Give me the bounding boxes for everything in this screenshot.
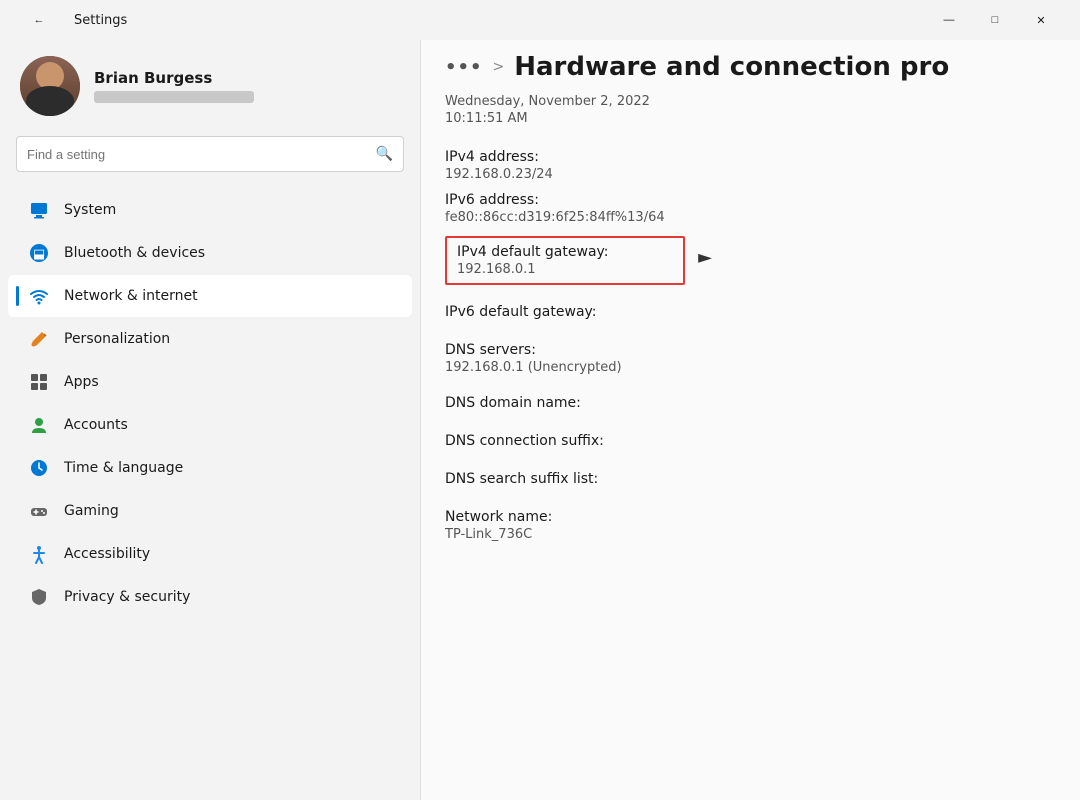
content-header: ••• > Hardware and connection pro <box>421 40 1080 94</box>
ipv4-address-value: 192.168.0.23/24 <box>445 167 1056 182</box>
dns-domain-label: DNS domain name: <box>445 395 1056 411</box>
bluetooth-icon: ⬓ <box>28 242 50 264</box>
sidebar-item-privacy[interactable]: Privacy & security <box>8 576 412 618</box>
sidebar-item-accessibility[interactable]: Accessibility <box>8 533 412 575</box>
user-email-bar <box>94 91 254 103</box>
cursor-indicator: ► <box>698 247 712 268</box>
dns-suffix-label: DNS connection suffix: <box>445 433 1056 449</box>
ipv6-gateway-label: IPv6 default gateway: <box>445 304 1056 320</box>
sidebar-item-network-label: Network & internet <box>64 288 198 304</box>
dns-search-row: DNS search suffix list: <box>445 466 1056 494</box>
user-name: Brian Burgess <box>94 69 254 87</box>
titlebar-controls: — □ ✕ <box>926 4 1064 36</box>
user-info: Brian Burgess <box>94 69 254 103</box>
dns-domain-row: DNS domain name: <box>445 390 1056 418</box>
titlebar: ← Settings — □ ✕ <box>0 0 1080 40</box>
wifi-icon <box>28 285 50 307</box>
sidebar-item-personalization[interactable]: Personalization <box>8 318 412 360</box>
sidebar-item-accounts[interactable]: Accounts <box>8 404 412 446</box>
datetime-section: Wednesday, November 2, 2022 10:11:51 AM <box>445 94 1056 126</box>
ipv4-address-label: IPv4 address: <box>445 149 1056 165</box>
sidebar-item-accounts-label: Accounts <box>64 417 128 433</box>
avatar-image <box>20 56 80 116</box>
minimize-button[interactable]: — <box>926 4 972 36</box>
clock-icon <box>28 457 50 479</box>
ipv6-address-label: IPv6 address: <box>445 192 1056 208</box>
sidebar: Brian Burgess 🔍 System <box>0 40 420 800</box>
breadcrumb-arrow: > <box>493 59 505 75</box>
network-name-label: Network name: <box>445 509 1056 525</box>
close-button[interactable]: ✕ <box>1018 4 1064 36</box>
ipv4-address-row: IPv4 address: 192.168.0.23/24 <box>445 144 1056 187</box>
person-icon <box>28 414 50 436</box>
ipv6-address-value: fe80::86cc:d319:6f25:84ff%13/64 <box>445 210 1056 225</box>
ipv4-gateway-highlight: IPv4 default gateway: 192.168.0.1 <box>445 236 685 285</box>
gamepad-icon <box>28 500 50 522</box>
sidebar-item-network[interactable]: Network & internet <box>8 275 412 317</box>
back-button[interactable]: ← <box>16 4 62 36</box>
search-icon: 🔍 <box>376 146 393 162</box>
nav-section: System ⬓ Bluetooth & devices <box>0 188 420 784</box>
ipv4-gateway-label: IPv4 default gateway: <box>457 244 673 260</box>
sidebar-item-privacy-label: Privacy & security <box>64 589 190 605</box>
apps-icon <box>28 371 50 393</box>
search-container: 🔍 <box>0 136 420 188</box>
titlebar-left: ← Settings <box>16 4 127 36</box>
sidebar-item-accessibility-label: Accessibility <box>64 546 150 562</box>
main-layout: Brian Burgess 🔍 System <box>0 40 1080 800</box>
dns-servers-value: 192.168.0.1 (Unencrypted) <box>445 360 1056 375</box>
dns-servers-row: DNS servers: 192.168.0.1 (Unencrypted) <box>445 337 1056 380</box>
content-scroll: Wednesday, November 2, 2022 10:11:51 AM … <box>421 94 1080 800</box>
ipv6-gateway-row: IPv6 default gateway: <box>445 299 1056 327</box>
breadcrumb-dots[interactable]: ••• <box>445 57 483 78</box>
avatar-body <box>26 86 74 116</box>
sidebar-item-time[interactable]: Time & language <box>8 447 412 489</box>
monitor-icon <box>28 199 50 221</box>
search-input[interactable] <box>27 147 368 162</box>
dns-servers-label: DNS servers: <box>445 342 1056 358</box>
content-area: ••• > Hardware and connection pro Wednes… <box>420 40 1080 800</box>
sidebar-item-system-label: System <box>64 202 116 218</box>
sidebar-item-bluetooth-label: Bluetooth & devices <box>64 245 205 261</box>
time-label: 10:11:51 AM <box>445 111 1056 126</box>
network-name-value: TP-Link_736C <box>445 527 1056 542</box>
shield-icon <box>28 586 50 608</box>
user-profile[interactable]: Brian Burgess <box>0 40 420 136</box>
brush-icon <box>28 328 50 350</box>
date-label: Wednesday, November 2, 2022 <box>445 94 1056 109</box>
dns-search-label: DNS search suffix list: <box>445 471 1056 487</box>
accessibility-icon <box>28 543 50 565</box>
page-title: Hardware and connection pro <box>514 52 949 82</box>
ipv4-gateway-value: 192.168.0.1 <box>457 262 673 277</box>
maximize-button[interactable]: □ <box>972 4 1018 36</box>
info-section: IPv4 address: 192.168.0.23/24 IPv6 addre… <box>445 136 1056 555</box>
dns-suffix-row: DNS connection suffix: <box>445 428 1056 456</box>
titlebar-title: Settings <box>74 13 127 28</box>
sidebar-item-time-label: Time & language <box>64 460 183 476</box>
sidebar-item-apps[interactable]: Apps <box>8 361 412 403</box>
sidebar-item-personalization-label: Personalization <box>64 331 170 347</box>
svg-text:⬓: ⬓ <box>33 247 45 262</box>
sidebar-item-apps-label: Apps <box>64 374 99 390</box>
sidebar-item-bluetooth[interactable]: ⬓ Bluetooth & devices <box>8 232 412 274</box>
sidebar-item-gaming-label: Gaming <box>64 503 119 519</box>
network-name-row: Network name: TP-Link_736C <box>445 504 1056 547</box>
avatar <box>20 56 80 116</box>
sidebar-item-system[interactable]: System <box>8 189 412 231</box>
sidebar-item-gaming[interactable]: Gaming <box>8 490 412 532</box>
search-box[interactable]: 🔍 <box>16 136 404 172</box>
ipv6-address-row: IPv6 address: fe80::86cc:d319:6f25:84ff%… <box>445 187 1056 230</box>
